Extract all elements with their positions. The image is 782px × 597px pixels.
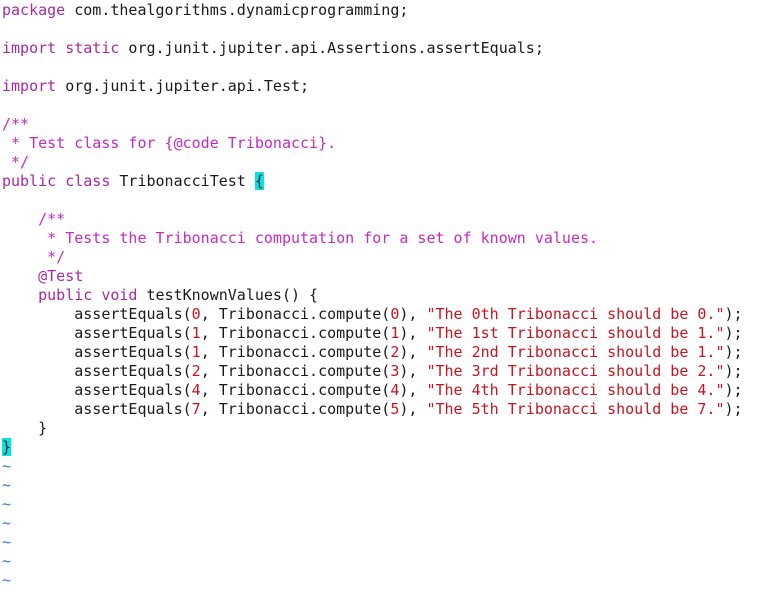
statement-end: ); [724, 362, 743, 380]
test-annotation: @Test [38, 267, 84, 285]
expected-number: 4 [191, 381, 201, 399]
compute-call: , Tribonacci.compute( [200, 400, 391, 418]
empty-buffer-tilde: ~ [2, 552, 12, 570]
message-string: "The 5th Tribonacci should be 7." [426, 400, 725, 418]
assert-line-4: assertEquals(2, Tribonacci.compute(3), "… [0, 362, 782, 381]
empty-buffer-tilde: ~ [2, 457, 12, 475]
cursor-closing-brace[interactable]: } [2, 438, 12, 456]
expected-number: 0 [191, 305, 201, 323]
assert-call: assertEquals( [2, 305, 192, 323]
keyword-public-void: public void [38, 286, 138, 304]
keyword-import-static: import static [2, 39, 120, 57]
code-line-3: import static org.junit.jupiter.api.Asse… [0, 39, 782, 58]
expected-number: 1 [191, 324, 201, 342]
assert-line-6: assertEquals(7, Tribonacci.compute(5), "… [0, 400, 782, 419]
code-line-method-declaration: public void testKnownValues() { [0, 286, 782, 305]
keyword-import: import [2, 77, 57, 95]
assert-call: assertEquals( [2, 362, 192, 380]
method-signature: testKnownValues() { [137, 286, 319, 304]
message-string: "The 0th Tribonacci should be 0." [426, 305, 725, 323]
keyword-public-class: public class [2, 172, 111, 190]
class-name: TribonacciTest [110, 172, 255, 190]
compute-call: , Tribonacci.compute( [200, 343, 391, 361]
code-line-2-empty [0, 20, 782, 39]
package-name: com.thealgorithms.dynamicprogramming; [65, 1, 409, 19]
statement-end: ); [724, 324, 743, 342]
import-path: org.junit.jupiter.api.Test; [56, 77, 310, 95]
statement-end: ); [724, 381, 743, 399]
code-line-class-declaration: public class TribonacciTest { [0, 172, 782, 191]
compute-call: , Tribonacci.compute( [200, 362, 391, 380]
assert-call: assertEquals( [2, 343, 192, 361]
separator: ), [399, 400, 427, 418]
separator: ), [399, 343, 427, 361]
code-line-annotation: @Test [0, 267, 782, 286]
assert-call: assertEquals( [2, 324, 192, 342]
javadoc-close: */ [2, 153, 30, 171]
compute-call: , Tribonacci.compute( [200, 324, 391, 342]
import-path: org.junit.jupiter.api.Assertions.assertE… [119, 39, 544, 57]
compute-call: , Tribonacci.compute( [200, 305, 391, 323]
method-closing-brace: } [2, 419, 48, 437]
code-line-1: package com.thealgorithms.dynamicprogram… [0, 1, 782, 20]
javadoc-open: /** [2, 115, 30, 133]
expected-number: 2 [191, 362, 201, 380]
compute-call: , Tribonacci.compute( [200, 381, 391, 399]
assert-call: assertEquals( [2, 400, 192, 418]
javadoc-class-description: * Test class for {@code Tribonacci}. [2, 134, 337, 152]
code-line-6-empty [0, 96, 782, 115]
expected-number: 7 [191, 400, 201, 418]
assert-line-5: assertEquals(4, Tribonacci.compute(4), "… [0, 381, 782, 400]
javadoc-method-open: /** [2, 210, 66, 228]
separator: ), [399, 324, 427, 342]
assert-line-1: assertEquals(0, Tribonacci.compute(0), "… [0, 305, 782, 324]
message-string: "The 1st Tribonacci should be 1." [426, 324, 725, 342]
separator: ), [399, 381, 427, 399]
empty-buffer-tilde: ~ [2, 533, 12, 551]
empty-buffer-tilde: ~ [2, 495, 12, 513]
javadoc-method-close: */ [2, 248, 66, 266]
assert-call: assertEquals( [2, 381, 192, 399]
message-string: "The 3rd Tribonacci should be 2." [426, 362, 725, 380]
assert-line-3: assertEquals(1, Tribonacci.compute(2), "… [0, 343, 782, 362]
code-line-5: import org.junit.jupiter.api.Test; [0, 77, 782, 96]
matched-brace-highlight: { [254, 172, 264, 190]
assert-line-2: assertEquals(1, Tribonacci.compute(1), "… [0, 324, 782, 343]
empty-buffer-tilde: ~ [2, 514, 12, 532]
keyword-package: package [2, 1, 66, 19]
statement-end: ); [724, 305, 743, 323]
separator: ), [399, 362, 427, 380]
empty-buffer-tilde: ~ [2, 476, 12, 494]
message-string: "The 4th Tribonacci should be 4." [426, 381, 725, 399]
separator: ), [399, 305, 427, 323]
code-editor[interactable]: package com.thealgorithms.dynamicprogram… [0, 0, 782, 597]
code-line-4-empty [0, 58, 782, 77]
statement-end: ); [724, 343, 743, 361]
class-closing-brace-line: } [0, 438, 782, 457]
message-string: "The 2nd Tribonacci should be 1." [426, 343, 725, 361]
empty-buffer-tilde: ~ [2, 571, 12, 589]
javadoc-method-description: * Tests the Tribonacci computation for a… [2, 229, 599, 247]
code-line-11-empty [0, 191, 782, 210]
expected-number: 1 [191, 343, 201, 361]
statement-end: ); [724, 400, 743, 418]
